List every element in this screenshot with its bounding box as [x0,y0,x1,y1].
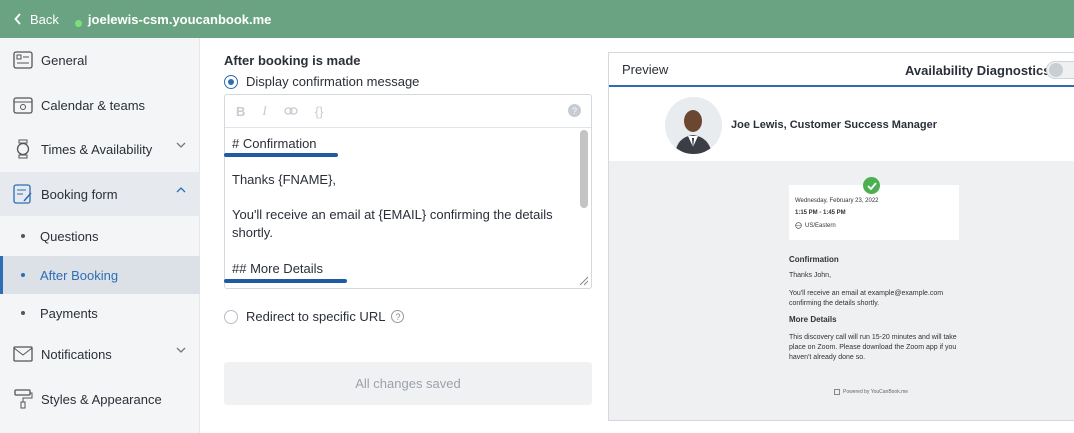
mail-icon [12,343,34,365]
booking-time: 1:15 PM - 1:45 PM [795,210,846,216]
sidebar-item-times[interactable]: Times & Availability [0,127,200,171]
bullet-icon [21,311,25,315]
section-title: After booking is made [224,53,361,68]
editor-line: You'll receive an email at {EMAIL} confi… [232,207,553,240]
tab-preview[interactable]: Preview [622,62,668,77]
radio-display-message[interactable] [224,74,238,89]
bullet-icon [21,273,25,277]
timezone-label: US/Eastern [805,222,836,229]
powered-label: Powered by YouCanBook.me [843,389,909,395]
editor-scrollbar[interactable] [580,130,588,208]
resize-handle-icon[interactable] [579,276,589,286]
sidebar-item-calendar[interactable]: Calendar & teams [0,83,200,127]
sidebar-label-styles: Styles & Appearance [41,391,162,407]
help-icon[interactable]: ? [391,310,405,323]
save-button[interactable]: All changes saved [224,362,592,405]
chevron-down-icon [176,347,186,353]
editor-line: # Confirmation [232,136,317,151]
link-button[interactable] [284,104,298,119]
back-button[interactable]: Back [14,12,59,27]
back-label: Back [30,11,59,27]
sidebar-label-after-booking: After Booking [40,267,119,283]
option-redirect-label: Redirect to specific URL [246,309,386,324]
ycbm-logo-icon [834,389,840,395]
sidebar-label-calendar: Calendar & teams [41,97,146,113]
chevron-up-icon [176,187,186,193]
editor-line: ## More Details [232,261,324,276]
option-redirect[interactable]: Redirect to specific URL ? [224,309,405,324]
diagnostics-label: Availability Diagnostics [905,63,1051,78]
status-dot [74,19,82,27]
site-url: joelewis-csm.youcanbook.me [74,11,272,27]
globe-icon [795,222,802,229]
general-icon [12,49,34,71]
preview-panel: Preview Availability Diagnostics Joe Lew… [608,52,1074,421]
sidebar-subitem-payments[interactable]: Payments [0,294,200,332]
details-text: This discovery call will run 15-20 minut… [789,334,957,361]
sidebar-label-payments: Payments [40,305,98,321]
avatar [665,97,722,154]
email-line: You'll receive an email at example@examp… [789,290,944,307]
profile-name: Joe Lewis, Customer Success Manager [731,119,938,131]
site-label: joelewis-csm.youcanbook.me [87,11,272,27]
markdown-editor[interactable]: B I {} ? # Confirmation Thanks {FNAME}, … [224,94,592,289]
bold-button[interactable]: B [236,104,245,119]
diagnostics-toggle[interactable] [1046,61,1074,79]
profile-header: Joe Lewis, Customer Success Manager [609,89,1074,161]
form-icon [12,183,34,205]
confirmation-heading: Confirmation [789,255,839,264]
sidebar-item-notifications[interactable]: Notifications [0,332,200,376]
annotation-underline [224,279,347,283]
sidebar-item-booking-form[interactable]: Booking form [0,172,200,216]
check-icon [863,177,880,194]
sidebar-label-times: Times & Availability [41,141,153,157]
sidebar-item-general[interactable]: General [0,38,200,82]
sidebar-label-booking-form: Booking form [41,186,118,202]
sidebar-subitem-after-booking[interactable]: After Booking [0,256,200,294]
calendar-icon [12,94,34,116]
thanks-line: Thanks John, [789,272,832,279]
link-icon [284,106,298,115]
chevron-down-icon [176,142,186,148]
annotation-underline [224,153,338,157]
help-icon[interactable]: ? [568,104,581,117]
sidebar-subitem-questions[interactable]: Questions [0,217,200,255]
booking-timezone: US/Eastern [795,222,836,229]
editor-line: Thanks {FNAME}, [232,172,337,187]
sidebar: General Calendar & teams Times & Availab… [0,38,200,433]
code-button[interactable]: {} [315,104,324,119]
watch-icon [12,138,34,160]
sidebar-item-styles[interactable]: Styles & Appearance [0,377,200,421]
preview-header: Preview Availability Diagnostics [609,53,1074,87]
preview-confirmation: Wednesday, February 23, 2022 1:15 PM - 1… [609,161,1074,420]
booking-date: Wednesday, February 23, 2022 [795,198,879,204]
bullet-icon [21,234,25,238]
chevron-left-icon [14,13,21,25]
toggle-knob [1049,63,1063,77]
editor-toolbar: B I {} ? [225,95,591,128]
sidebar-label-general: General [41,52,88,68]
powered-by: Powered by YouCanBook.me [834,389,908,395]
paint-roller-icon [12,388,34,410]
sidebar-label-questions: Questions [40,228,99,244]
radio-redirect[interactable] [224,309,238,324]
option-display-message[interactable]: Display confirmation message [224,74,419,89]
italic-button[interactable]: I [262,103,266,119]
sidebar-label-notifications: Notifications [41,346,112,362]
details-heading: More Details [789,315,837,324]
option-display-message-label: Display confirmation message [246,74,420,89]
top-bar: Back joelewis-csm.youcanbook.me [0,0,1074,38]
